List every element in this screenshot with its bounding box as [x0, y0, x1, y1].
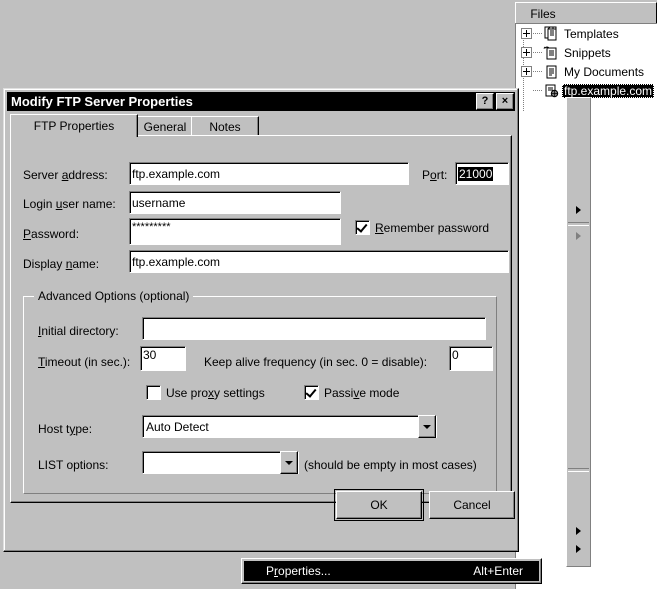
tree-connector-icon [533, 33, 542, 34]
advanced-options-group: Advanced Options (optional) Initial dire… [23, 289, 497, 494]
chevron-down-icon[interactable] [418, 415, 436, 438]
password-label: Password: [23, 227, 80, 241]
timeout-input[interactable]: 30 [140, 346, 186, 371]
document-icon [543, 64, 559, 80]
checkbox-icon[interactable] [146, 385, 161, 400]
triangle-right-icon [576, 232, 581, 240]
list-options-label: LIST options: [38, 458, 109, 472]
password-value: ********* [132, 221, 171, 233]
dialog-tabstrip: FTP Properties General Notes [10, 114, 512, 137]
server-address-input[interactable]: ftp.example.com [129, 162, 409, 185]
display-name-input[interactable]: ftp.example.com [129, 250, 509, 273]
passive-mode-label: Passive mode [324, 385, 400, 400]
keep-alive-input[interactable]: 0 [449, 346, 493, 371]
scroll-right-button-1[interactable] [567, 202, 590, 218]
menu-item-label: Properties... [266, 564, 331, 578]
context-menu: Properties... Alt+Enter [241, 558, 542, 584]
tree-item-label: My Documents [564, 64, 645, 79]
tab-page-ftp-properties: Server address: ftp.example.com Port: 21… [10, 135, 512, 503]
checkbox-icon[interactable] [355, 220, 370, 235]
tree-item-snippets[interactable]: Snippets [516, 43, 657, 62]
triangle-right-icon [576, 206, 581, 214]
tab-files-label: Files [530, 7, 556, 21]
use-proxy-settings-label: Use proxy settings [166, 385, 265, 400]
expand-icon[interactable] [521, 66, 532, 77]
files-tabstrip-filler [569, 2, 657, 25]
display-name-value: ftp.example.com [132, 254, 221, 269]
initial-directory-label: Initial directory: [38, 324, 119, 338]
triangle-right-icon [576, 545, 581, 553]
initial-directory-input[interactable] [142, 317, 486, 340]
triangle-right-icon [576, 527, 581, 535]
remember-password-checkbox[interactable]: Remember password [355, 220, 489, 235]
triangle-down-icon [423, 424, 431, 429]
server-address-value: ftp.example.com [132, 166, 221, 181]
login-user-name-input[interactable]: username [129, 191, 341, 214]
ok-button[interactable]: OK [334, 489, 424, 521]
keep-alive-label: Keep alive frequency (in sec. 0 = disabl… [204, 355, 428, 369]
timeout-value: 30 [143, 348, 157, 362]
password-input[interactable]: ********* [129, 218, 341, 245]
triangle-down-icon [285, 460, 293, 465]
host-type-label: Host type: [38, 422, 93, 436]
chevron-down-icon[interactable] [280, 451, 298, 474]
tab-ftp-properties[interactable]: FTP Properties [10, 114, 138, 137]
list-options-hint: (should be empty in most cases) [304, 458, 477, 472]
port-input[interactable]: 21000 [455, 162, 509, 185]
port-value: 21000 [458, 166, 494, 181]
checkbox-icon[interactable] [304, 385, 319, 400]
scroll-right-button-3[interactable] [567, 523, 590, 539]
document-arrow-icon [543, 45, 559, 61]
passive-mode-checkbox[interactable]: Passive mode [304, 385, 399, 400]
panel-splitter-strip[interactable] [566, 97, 591, 567]
strip-divider [568, 222, 589, 226]
host-type-combobox[interactable]: Auto Detect [142, 415, 437, 438]
use-proxy-settings-checkbox[interactable]: Use proxy settings [146, 385, 265, 400]
strip-divider [568, 468, 589, 472]
expand-icon[interactable] [521, 47, 532, 58]
list-options-combobox[interactable] [142, 451, 299, 474]
help-button[interactable]: ? [476, 93, 494, 110]
host-type-value: Auto Detect [146, 419, 209, 434]
tab-label: General [143, 120, 187, 134]
ftp-server-icon [543, 83, 559, 99]
tab-label: FTP Properties [33, 119, 115, 133]
menu-item-accelerator: Alt+Enter [473, 564, 523, 578]
close-button[interactable]: × [496, 93, 514, 110]
cancel-button[interactable]: Cancel [429, 491, 515, 519]
tab-files[interactable]: Files [515, 2, 571, 25]
tab-notes[interactable]: Notes [191, 116, 259, 137]
timeout-label: Timeout (in sec.): [38, 355, 131, 369]
ok-button-label: OK [370, 498, 388, 512]
documents-stack-icon [543, 26, 559, 42]
remember-password-label: Remember password [375, 220, 490, 235]
port-label: Port: [422, 168, 448, 182]
login-user-name-value: username [132, 195, 186, 210]
menu-item-properties[interactable]: Properties... Alt+Enter [244, 561, 539, 581]
tree-connector-icon [533, 71, 542, 72]
display-name-label: Display name: [23, 257, 100, 271]
tree-item-label: Snippets [564, 45, 611, 60]
modify-ftp-server-properties-dialog: Modify FTP Server Properties ? × FTP Pro… [3, 88, 519, 552]
scroll-right-button-2[interactable] [567, 228, 590, 244]
tree-connector-icon [533, 52, 542, 53]
cancel-button-label: Cancel [453, 498, 491, 512]
server-address-label: Server address: [23, 168, 108, 182]
keep-alive-value: 0 [452, 348, 459, 362]
scroll-right-button-4[interactable] [567, 541, 590, 557]
tree-item-label: Templates [564, 26, 619, 41]
expand-icon[interactable] [521, 28, 532, 39]
tree-item-label: ftp.example.com [562, 83, 655, 98]
tree-connector-icon [533, 90, 542, 91]
dialog-titlebar[interactable]: Modify FTP Server Properties ? × [7, 92, 515, 111]
advanced-options-title: Advanced Options (optional) [34, 289, 194, 303]
dialog-title: Modify FTP Server Properties [11, 94, 193, 109]
tab-label: Notes [209, 120, 241, 134]
tree-item-my-documents[interactable]: My Documents [516, 62, 657, 81]
files-tabstrip: Files [505, 0, 657, 25]
login-user-name-label: Login user name: [23, 197, 116, 211]
tree-item-templates[interactable]: Templates [516, 24, 657, 43]
